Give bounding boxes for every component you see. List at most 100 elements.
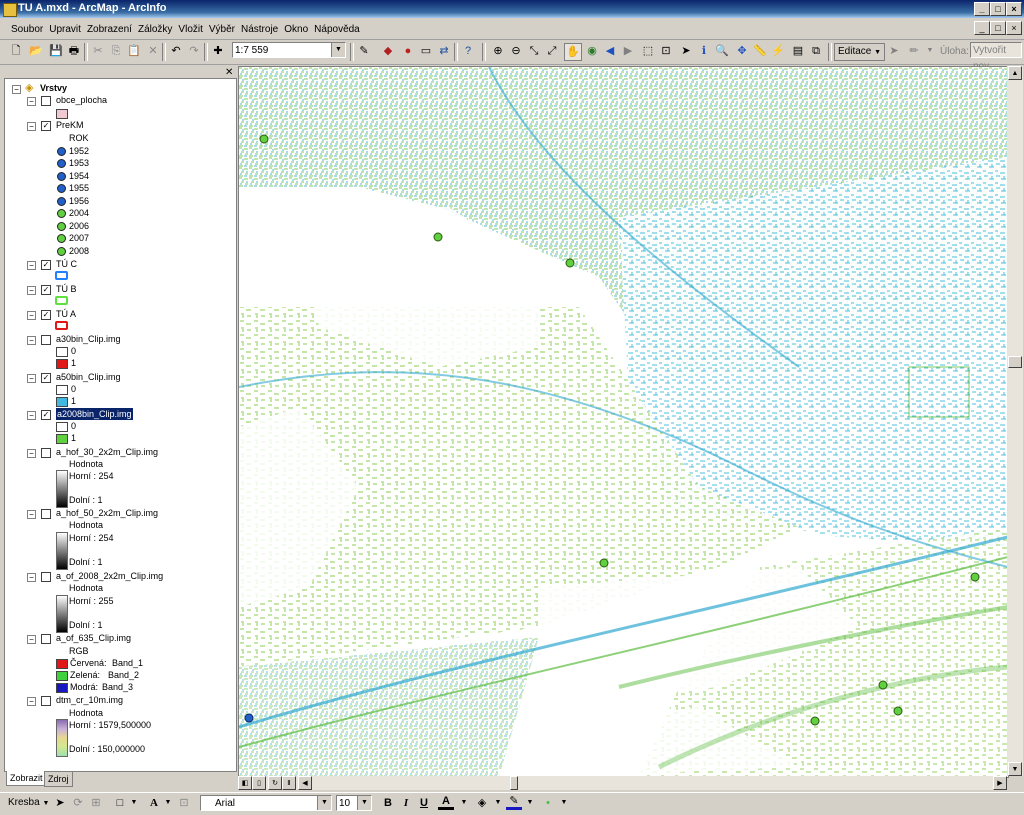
layer-checkbox[interactable] (41, 572, 51, 582)
measure-icon[interactable]: 📏 (752, 43, 768, 59)
select-elements-icon[interactable]: ➤ (678, 43, 694, 59)
close-button[interactable]: × (1006, 2, 1022, 16)
layout-view-icon[interactable]: ▯ (252, 776, 266, 790)
paste-icon[interactable]: 📋 (126, 43, 142, 59)
map-point[interactable] (244, 713, 254, 723)
select-features-icon[interactable]: ⬚ (640, 43, 656, 59)
font-color-icon[interactable]: A (438, 795, 454, 810)
edit-tool-icon[interactable]: ➤ (886, 43, 902, 59)
map-point[interactable] (893, 706, 903, 716)
underline-button[interactable]: U (416, 795, 432, 811)
layer-a2008bin[interactable]: a2008bin_Clip.img (56, 408, 133, 420)
line-color-icon[interactable]: ✎ (506, 795, 522, 810)
full-extent-icon[interactable]: ◉ (584, 43, 600, 59)
arccatalog-icon[interactable]: ● (400, 43, 416, 59)
create-viewer-icon[interactable]: ⧉ (808, 43, 824, 59)
find-icon[interactable]: 🔍 (714, 43, 730, 59)
layer-hof30[interactable]: a_hof_30_2x2m_Clip.img (56, 446, 158, 458)
collapse-icon[interactable]: − (27, 374, 36, 383)
clear-selection-icon[interactable]: ⊡ (658, 43, 674, 59)
edit-vertices-icon[interactable]: ⊡ (176, 795, 192, 811)
time-slider-icon[interactable]: ▤ (790, 43, 806, 59)
collapse-icon[interactable]: − (27, 510, 36, 519)
collapse-icon[interactable]: − (27, 261, 36, 270)
layer-checkbox[interactable] (41, 634, 51, 644)
add-data-icon[interactable]: ✚ (210, 43, 226, 59)
chevron-down-icon[interactable]: ▼ (556, 795, 572, 811)
menu-soubor[interactable]: Soubor (8, 21, 46, 38)
chevron-down-icon[interactable]: ▼ (331, 43, 345, 57)
font-size-combo[interactable]: 10 ▼ (336, 795, 372, 811)
tab-source[interactable]: Zdroj (44, 771, 73, 787)
redo-icon[interactable]: ↷ (186, 43, 202, 59)
tab-display[interactable]: Zobrazit (6, 771, 47, 786)
cut-icon[interactable]: ✂ (90, 43, 106, 59)
layer-obce-plocha[interactable]: obce_plocha (56, 94, 107, 106)
map-point[interactable] (565, 258, 575, 268)
menu-nastroje[interactable]: Nástroje (238, 21, 281, 38)
collapse-icon[interactable]: − (27, 697, 36, 706)
map-point[interactable] (599, 558, 609, 568)
horizontal-scrollbar[interactable]: ◧ ▯ ↻ Ⅱ ◀ ▶ (238, 776, 1007, 790)
collapse-icon[interactable]: − (12, 85, 21, 94)
doc-close-button[interactable]: × (1006, 21, 1022, 35)
chevron-down-icon[interactable]: ▼ (456, 795, 472, 811)
copy-icon[interactable]: ⎘ (108, 43, 124, 59)
save-icon[interactable]: 💾 (48, 43, 64, 59)
sketch-tool-icon[interactable]: ✏ (906, 43, 922, 59)
map-point[interactable] (810, 716, 820, 726)
go-to-xy-icon[interactable]: ✥ (734, 43, 750, 59)
chevron-down-icon[interactable]: ▼ (160, 795, 176, 811)
menu-vlozit[interactable]: Vložit (175, 21, 205, 38)
layer-a50bin[interactable]: a50bin_Clip.img (56, 371, 121, 383)
editor-toolbar-icon[interactable]: ✎ (356, 43, 372, 59)
bold-button[interactable]: B (380, 795, 396, 811)
fixed-zoom-in-icon[interactable]: ⤡ (526, 43, 542, 59)
scroll-left-icon[interactable]: ◀ (298, 776, 312, 790)
menu-okno[interactable]: Okno (281, 21, 311, 38)
menu-zobrazeni[interactable]: Zobrazení (84, 21, 135, 38)
layer-checkbox[interactable] (41, 96, 51, 106)
menu-zalozky[interactable]: Záložky (135, 21, 175, 38)
back-icon[interactable]: ◀ (602, 43, 618, 59)
layer-checkbox[interactable] (41, 448, 51, 458)
layer-a30bin[interactable]: a30bin_Clip.img (56, 333, 121, 345)
layer-tu-b[interactable]: TÚ B (56, 283, 77, 295)
arctoolbox-icon[interactable]: ◆ (380, 43, 396, 59)
expand-icon[interactable]: − (27, 97, 36, 106)
chevron-down-icon[interactable]: ▼ (490, 795, 506, 811)
collapse-icon[interactable]: − (27, 122, 36, 131)
new-icon[interactable]: 🗋 (8, 43, 24, 59)
layer-tu-c[interactable]: TÚ C (56, 258, 77, 270)
select-elements-icon[interactable]: ➤ (52, 795, 68, 811)
fixed-zoom-out-icon[interactable]: ⤢ (544, 43, 560, 59)
marker-color-icon[interactable]: • (540, 795, 556, 811)
collapse-icon[interactable]: − (27, 449, 36, 458)
scroll-thumb[interactable] (510, 776, 518, 790)
pan-icon[interactable]: ✋ (564, 43, 582, 61)
chevron-down-icon[interactable]: ▼ (922, 43, 938, 59)
zoom-out-icon[interactable]: ⊖ (508, 43, 524, 59)
scroll-down-icon[interactable]: ▼ (1008, 762, 1022, 776)
collapse-icon[interactable]: − (27, 573, 36, 582)
data-view-icon[interactable]: ◧ (238, 776, 252, 790)
layer-checkbox[interactable] (41, 696, 51, 706)
chevron-down-icon[interactable]: ▼ (357, 796, 371, 810)
scale-combo[interactable]: 1:7 559 ▼ (232, 42, 346, 58)
drawing-menu-button[interactable]: Kresba ▼ (8, 797, 49, 808)
layer-checkbox[interactable] (41, 335, 51, 345)
window-icon[interactable]: ▭ (418, 43, 434, 59)
forward-icon[interactable]: ▶ (620, 43, 636, 59)
hyperlink-icon[interactable]: ⚡ (770, 43, 786, 59)
layer-checkbox[interactable]: ✓ (41, 373, 51, 383)
font-combo[interactable]: Arial ▼ (200, 795, 332, 811)
menu-upravit[interactable]: Upravit (46, 21, 84, 38)
zoom-to-elements-icon[interactable]: ⊞ (88, 795, 104, 811)
layer-checkbox[interactable]: ✓ (41, 260, 51, 270)
map-canvas[interactable] (239, 67, 1008, 777)
layer-tu-a[interactable]: TÚ A (56, 308, 76, 320)
editor-menu-button[interactable]: Editace ▼ (834, 43, 886, 61)
model-builder-icon[interactable]: ⇄ (436, 43, 452, 59)
identify-icon[interactable]: ℹ (696, 43, 712, 59)
doc-restore-button[interactable]: □ (990, 21, 1006, 35)
